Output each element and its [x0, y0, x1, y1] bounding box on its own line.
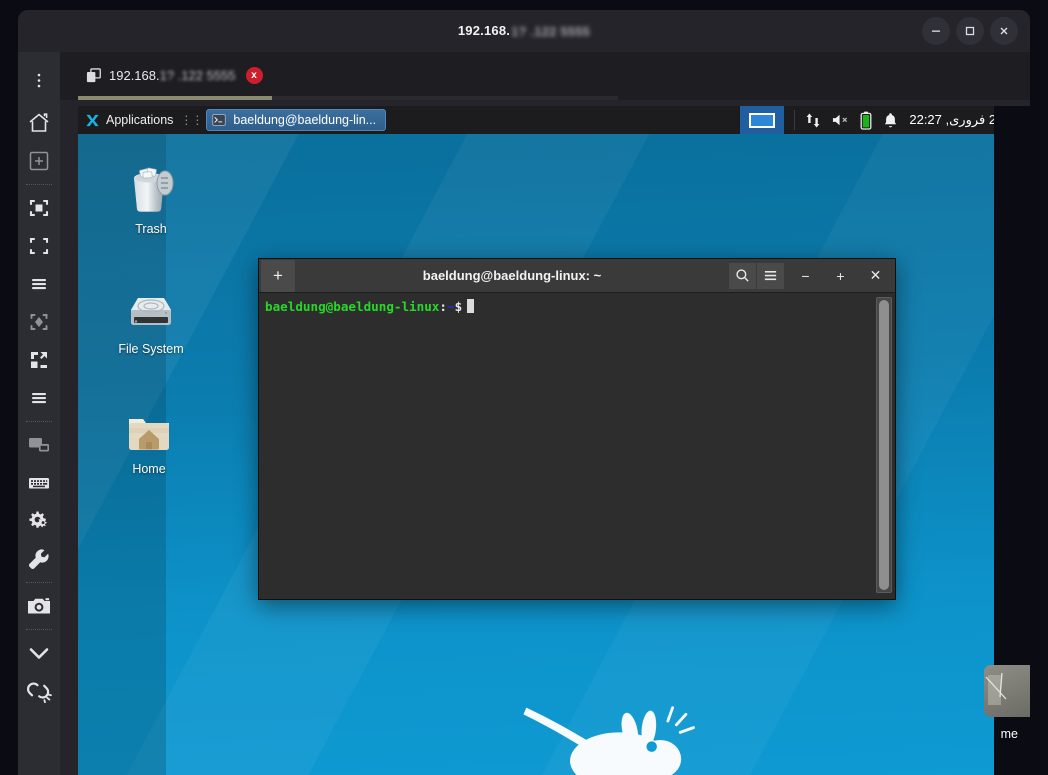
terminal-cursor: [467, 299, 475, 313]
taskbar-item-label: baeldung@baeldung-lin...: [233, 113, 377, 127]
tools-icon[interactable]: [20, 540, 58, 578]
tab-progress-bar: [78, 96, 273, 100]
disconnect-icon[interactable]: [20, 672, 58, 710]
terminal-maximize-button[interactable]: +: [827, 263, 854, 289]
keyboard-icon[interactable]: [20, 464, 58, 502]
xfce-logo-icon: [86, 114, 99, 126]
tab-label: 192.168.1? .122 5555: [109, 68, 236, 83]
window-title-visible: 192.168.: [457, 22, 511, 38]
list-view-icon[interactable]: [20, 265, 58, 303]
terminal-title: baeldung@baeldung-linux: ~: [422, 268, 602, 283]
multi-monitor-icon[interactable]: [20, 426, 58, 464]
resize-icon[interactable]: [20, 303, 58, 341]
remote-desktop-screen[interactable]: Trash File System Home + baeldung@baeldu…: [78, 106, 1030, 775]
workspace-switcher[interactable]: [740, 106, 785, 134]
maximize-button[interactable]: [956, 17, 984, 45]
battery-icon[interactable]: [860, 111, 872, 130]
new-connection-icon[interactable]: [20, 142, 58, 180]
tab-label-visible: 192.168.: [109, 67, 160, 83]
file-system-icon: [131, 298, 171, 325]
terminal-window[interactable]: + baeldung@baeldung-linux: ~ − + ✕ baeld…: [258, 258, 896, 600]
window-titlebar: 192.168.1? .122 5555: [18, 10, 1030, 52]
scaled-view-icon[interactable]: [20, 189, 58, 227]
desktop-icon-label: Home: [132, 462, 166, 476]
terminal-prompt-line: baeldung@baeldung-linux:~$: [265, 299, 891, 315]
terminal-menu-button[interactable]: [757, 262, 784, 289]
fullscreen-icon[interactable]: [20, 341, 58, 379]
panel-divider: [794, 110, 796, 130]
desktop-wallpaper[interactable]: Trash File System Home + baeldung@baeldu…: [78, 134, 1030, 775]
corner-thumbnail[interactable]: [984, 665, 1030, 717]
home-icon[interactable]: [20, 104, 58, 142]
applications-label: Applications: [106, 113, 174, 127]
remote-viewer-window: 192.168.1? .122 5555 192.168.1? .122 555…: [18, 10, 1030, 775]
terminal-minimize-button[interactable]: −: [792, 263, 819, 289]
screen-icon: [86, 67, 101, 83]
notification-bell-icon[interactable]: [883, 112, 898, 129]
terminal-search-button[interactable]: [729, 262, 756, 289]
viewer-side-toolbar: [18, 52, 60, 775]
terminal-titlebar: + baeldung@baeldung-linux: ~ − + ✕: [259, 259, 895, 293]
terminal-title-buttons: − + ✕: [729, 262, 895, 289]
terminal-scrollbar-thumb[interactable]: [879, 300, 889, 590]
panel-handle[interactable]: ⋮⋮: [180, 113, 203, 127]
terminal-icon: [212, 114, 227, 126]
tab-label-redacted: 1? .122 5555: [159, 67, 236, 83]
tab-strip: 192.168.1? .122 5555 x: [60, 52, 1030, 100]
applications-menu-button[interactable]: Applications: [78, 106, 179, 134]
desktop-icon-file-system[interactable]: File System: [105, 286, 197, 356]
terminal-scrollbar[interactable]: [876, 297, 892, 593]
collapse-icon[interactable]: [20, 634, 58, 672]
taskbar-item-terminal[interactable]: baeldung@baeldung-lin...: [206, 109, 387, 131]
network-icon[interactable]: [805, 112, 821, 129]
prompt-symbol: $: [454, 299, 463, 314]
desktop-icon-label: Trash: [135, 222, 167, 236]
minimize-button[interactable]: [922, 17, 950, 45]
window-controls: [922, 10, 1018, 52]
tab-close-button[interactable]: x: [245, 66, 263, 84]
prompt-user-host: baeldung@baeldung-linux: [265, 299, 440, 314]
menu-icon[interactable]: [20, 62, 58, 100]
xfce-panel: Applications ⋮⋮ baeldung@baeldung-lin...: [78, 106, 1030, 134]
home-folder-icon: [129, 419, 169, 450]
desktop-icon-label: File System: [118, 342, 184, 356]
volume-muted-icon[interactable]: [832, 113, 849, 127]
screenshot-icon[interactable]: [20, 587, 58, 625]
window-title-redacted: 1? .122 5555: [511, 24, 591, 40]
prompt-path: ~: [446, 299, 455, 314]
terminal-new-tab-button[interactable]: +: [261, 259, 295, 292]
desktop-icon-home[interactable]: Home: [103, 406, 195, 476]
prompt-colon: :: [439, 299, 447, 314]
close-button[interactable]: [990, 17, 1018, 45]
preferences-icon[interactable]: [20, 502, 58, 540]
window-title: 192.168.1? .122 5555: [458, 23, 590, 39]
connection-tab[interactable]: 192.168.1? .122 5555 x: [76, 58, 273, 92]
terminal-close-button[interactable]: ✕: [862, 263, 889, 289]
screenshot-root: 192.168.1? .122 5555 192.168.1? .122 555…: [0, 0, 1048, 775]
fit-window-icon[interactable]: [20, 227, 58, 265]
terminal-body[interactable]: baeldung@baeldung-linux:~$: [259, 293, 895, 599]
list-view-2-icon[interactable]: [20, 379, 58, 417]
corner-overlay-label: me: [1000, 727, 1018, 741]
workspace-1[interactable]: [749, 112, 776, 128]
corner-thumb-lines: [985, 672, 1007, 700]
desktop-icon-trash[interactable]: Trash: [105, 166, 197, 236]
xfce-mouse-logo: [523, 706, 695, 775]
trash-icon: [134, 167, 174, 212]
